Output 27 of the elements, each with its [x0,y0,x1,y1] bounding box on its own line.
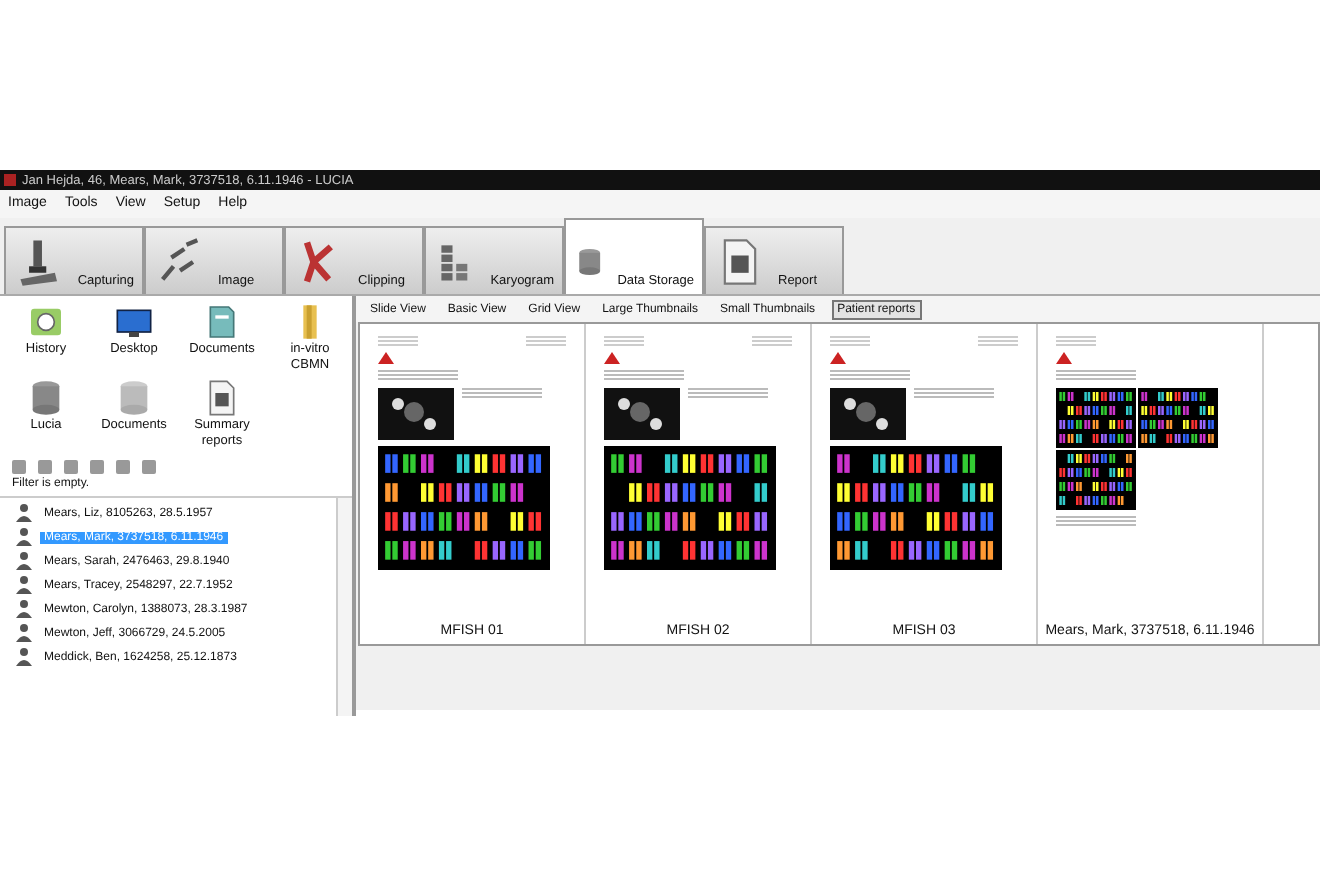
report-text-lines [978,336,1018,346]
scrollbar[interactable] [336,498,352,716]
report-text-lines [830,336,870,346]
logo-icon [378,352,394,364]
karyogram-image [1056,450,1136,510]
logo-icon [604,352,620,364]
report-text-lines [1056,370,1136,382]
report-text-lines [604,370,684,382]
metaphase-image [604,388,680,440]
report-text-lines [526,336,566,346]
karyogram-image [1056,388,1136,448]
report-text-lines [378,370,458,382]
report-text-lines [462,388,542,400]
metaphase-image [830,388,906,440]
report-text-lines [1056,516,1136,528]
report-text-lines [688,388,768,400]
report-text-lines [830,370,910,382]
karyogram-image [1138,388,1218,448]
report-text-lines [752,336,792,346]
logo-icon [830,352,846,364]
report-text-lines [604,336,644,346]
report-text-lines [378,336,418,346]
report-text-lines [1056,336,1096,346]
app-icon [4,174,16,186]
report-text-lines [914,388,994,400]
logo-icon [1056,352,1072,364]
metaphase-image [378,388,454,440]
